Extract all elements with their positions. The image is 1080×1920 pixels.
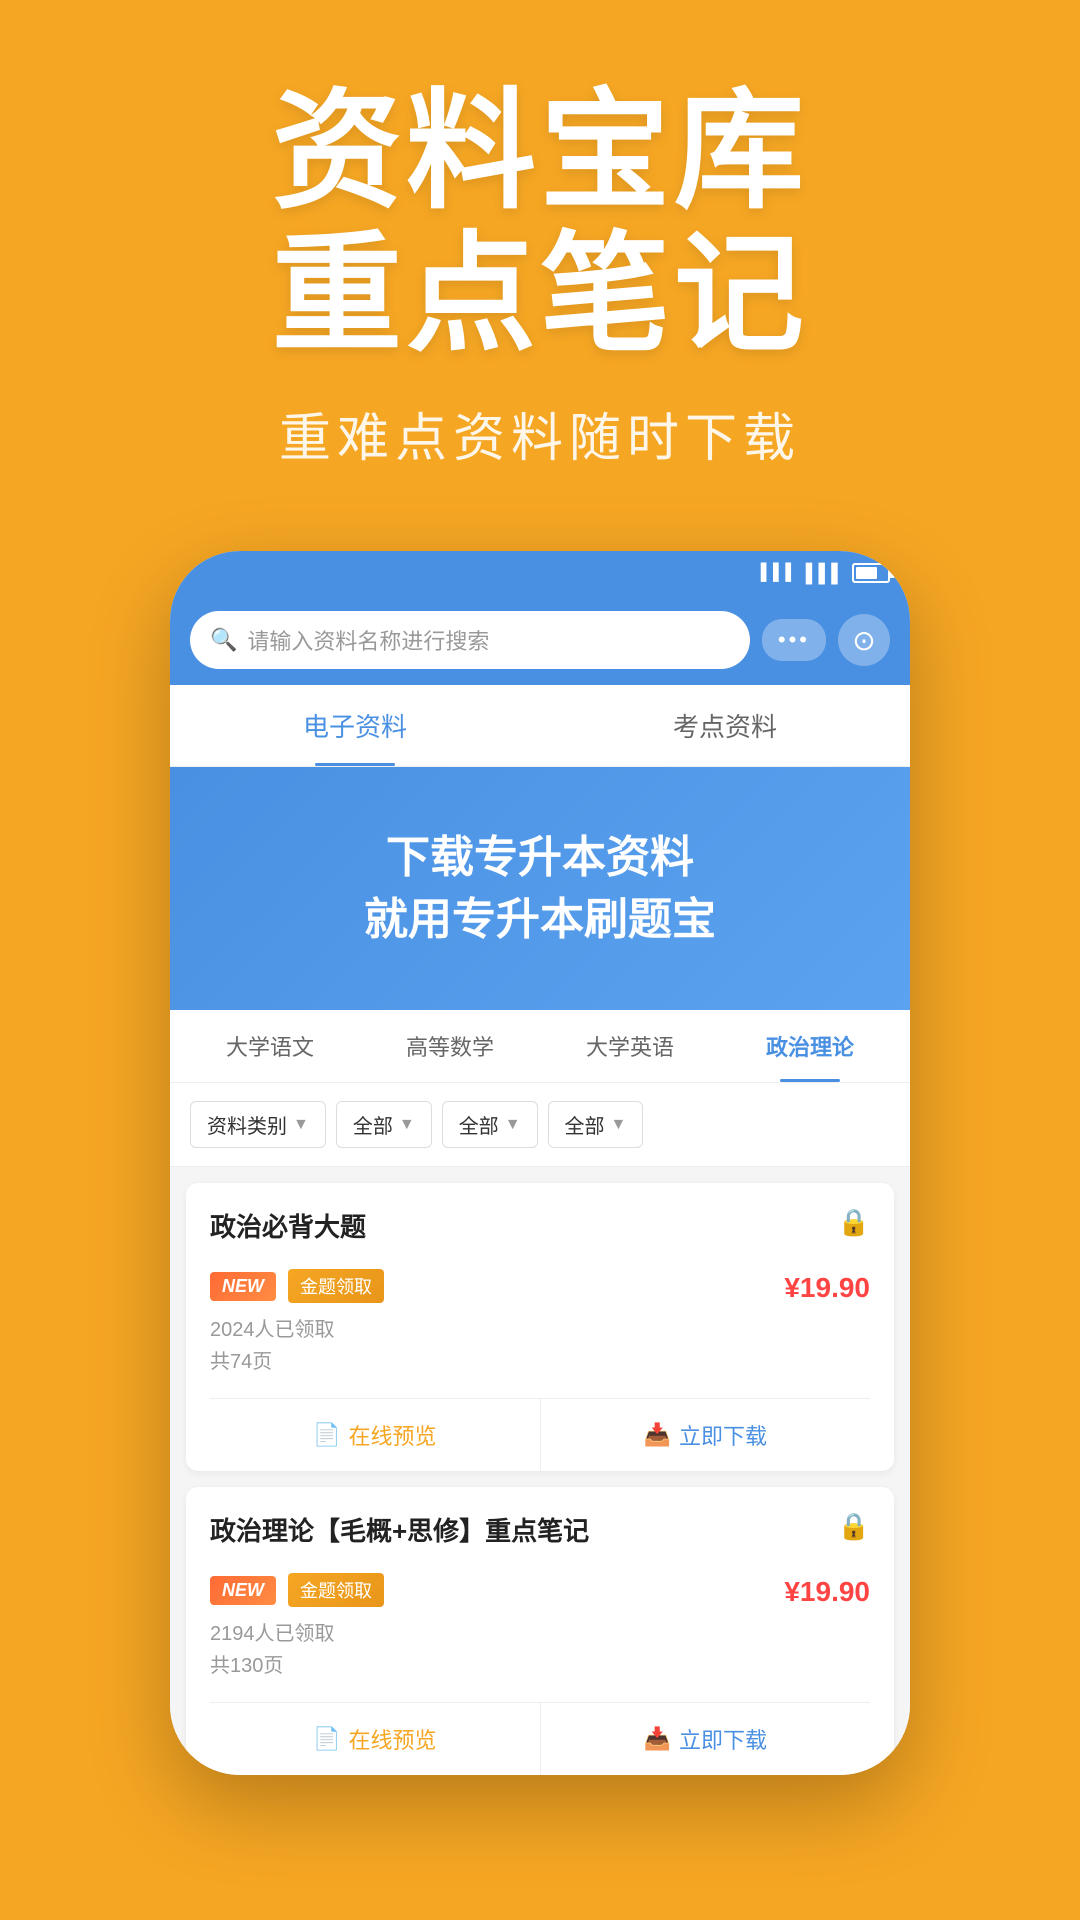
hero-section: 资料宝库 重点笔记 重难点资料随时下载 xyxy=(0,0,1080,511)
filter-1[interactable]: 全部 ▼ xyxy=(336,1101,432,1148)
card-2-price: ¥19.90 xyxy=(784,1576,870,1608)
card-1-title: 政治必背大题 xyxy=(210,1207,366,1244)
card-1-actions: 📄 在线预览 📥 立即下载 xyxy=(210,1398,870,1471)
status-icons: ▌▌▌ ▌▌▌ xyxy=(761,563,890,584)
filter-2[interactable]: 全部 ▼ xyxy=(442,1101,538,1148)
filter-type-arrow: ▼ xyxy=(293,1116,309,1134)
app-content: 大学语文 高等数学 大学英语 政治理论 资料类别 ▼ 全部 ▼ 全部 ▼ xyxy=(170,1010,910,1775)
card-2-pages: 共130页 xyxy=(210,1650,870,1682)
cat-tab-math[interactable]: 高等数学 xyxy=(360,1010,540,1082)
card-1-meta: 2024人已领取 共74页 xyxy=(210,1314,870,1378)
badge-gold-1: 金题领取 xyxy=(288,1269,384,1303)
search-icon: 🔍 xyxy=(210,627,237,653)
card-1-price: ¥19.90 xyxy=(784,1272,870,1304)
battery-fill xyxy=(856,567,877,579)
download-icon-1: 📥 xyxy=(644,1422,671,1448)
card-1-badges: NEW 金题领取 xyxy=(210,1269,384,1303)
card-1-price-row: NEW 金题领取 ¥19.90 xyxy=(210,1256,870,1304)
card-2-price-row: NEW 金题领取 ¥19.90 xyxy=(210,1560,870,1608)
preview-button-1[interactable]: 📄 在线预览 xyxy=(210,1399,541,1471)
card-2-header: 政治理论【毛概+思修】重点笔记 🔒 xyxy=(210,1511,870,1548)
tab-exam[interactable]: 考点资料 xyxy=(540,685,910,766)
download-button-1[interactable]: 📥 立即下载 xyxy=(541,1399,871,1471)
phone-mockup: ▌▌▌ ▌▌▌ 🔍 请输入资料名称进行搜索 ••• ⊙ 电子资料 考点资料 xyxy=(170,551,910,1775)
battery-icon xyxy=(852,563,890,583)
preview-icon-2: 📄 xyxy=(313,1726,340,1752)
filter-row: 资料类别 ▼ 全部 ▼ 全部 ▼ 全部 ▼ xyxy=(170,1083,910,1167)
tab-electronic[interactable]: 电子资料 xyxy=(170,685,540,766)
search-actions: ••• ⊙ xyxy=(762,614,890,666)
preview-icon-1: 📄 xyxy=(313,1422,340,1448)
card-2-actions: 📄 在线预览 📥 立即下载 xyxy=(210,1702,870,1775)
search-placeholder: 请输入资料名称进行搜索 xyxy=(247,624,489,656)
card-1-header: 政治必背大题 🔒 xyxy=(210,1207,870,1244)
card-2-title: 政治理论【毛概+思修】重点笔记 xyxy=(210,1511,589,1548)
signal-icon: ▌▌▌ xyxy=(761,564,798,582)
banner: 下载专升本资料 就用专升本刷题宝 xyxy=(170,767,910,1010)
card-2-meta: 2194人已领取 共130页 xyxy=(210,1618,870,1682)
cat-tab-english[interactable]: 大学英语 xyxy=(540,1010,720,1082)
phone-wrapper: ▌▌▌ ▌▌▌ 🔍 请输入资料名称进行搜索 ••• ⊙ 电子资料 考点资料 xyxy=(0,551,1080,1775)
category-tabs: 大学语文 高等数学 大学英语 政治理论 xyxy=(170,1010,910,1083)
scan-button[interactable]: ⊙ xyxy=(838,614,890,666)
filter-3[interactable]: 全部 ▼ xyxy=(548,1101,644,1148)
resource-card-1: 政治必背大题 🔒 NEW 金题领取 ¥19.90 2024人已领取 共74页 xyxy=(186,1183,894,1471)
card-2-claimed: 2194人已领取 xyxy=(210,1618,870,1650)
filter-3-arrow: ▼ xyxy=(611,1116,627,1134)
banner-text: 下载专升本资料 就用专升本刷题宝 xyxy=(210,827,870,950)
filter-1-arrow: ▼ xyxy=(399,1116,415,1134)
status-bar: ▌▌▌ ▌▌▌ xyxy=(170,551,910,595)
download-button-2[interactable]: 📥 立即下载 xyxy=(541,1703,871,1775)
badge-gold-2: 金题领取 xyxy=(288,1573,384,1607)
more-options-button[interactable]: ••• xyxy=(762,619,826,661)
search-bar[interactable]: 🔍 请输入资料名称进行搜索 xyxy=(190,611,750,669)
card-2-badges: NEW 金题领取 xyxy=(210,1573,384,1607)
wifi-icon: ▌▌▌ xyxy=(806,563,844,584)
lock-icon-1: 🔒 xyxy=(838,1207,870,1238)
card-1-pages: 共74页 xyxy=(210,1346,870,1378)
search-bar-container: 🔍 请输入资料名称进行搜索 ••• ⊙ xyxy=(170,595,910,685)
main-tabs: 电子资料 考点资料 xyxy=(170,685,910,767)
filter-2-arrow: ▼ xyxy=(505,1116,521,1134)
hero-subtitle: 重难点资料随时下载 xyxy=(0,396,1080,471)
badge-new-1: NEW xyxy=(210,1272,276,1301)
download-icon-2: 📥 xyxy=(644,1726,671,1752)
hero-title: 资料宝库 重点笔记 xyxy=(0,80,1080,366)
resource-card-2: 政治理论【毛概+思修】重点笔记 🔒 NEW 金题领取 ¥19.90 2194人已… xyxy=(186,1487,894,1775)
cat-tab-politics[interactable]: 政治理论 xyxy=(720,1010,900,1082)
preview-button-2[interactable]: 📄 在线预览 xyxy=(210,1703,541,1775)
card-1-claimed: 2024人已领取 xyxy=(210,1314,870,1346)
filter-type[interactable]: 资料类别 ▼ xyxy=(190,1101,326,1148)
badge-new-2: NEW xyxy=(210,1576,276,1605)
cat-tab-chinese[interactable]: 大学语文 xyxy=(180,1010,360,1082)
lock-icon-2: 🔒 xyxy=(838,1511,870,1542)
